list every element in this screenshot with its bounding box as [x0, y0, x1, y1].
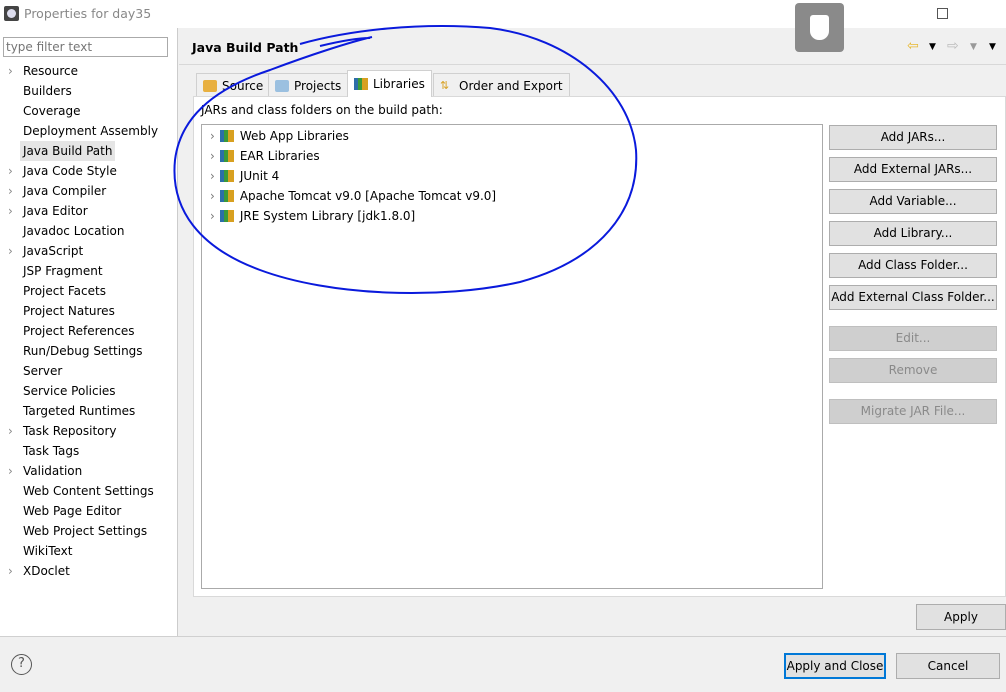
sidebar-item-label: Server [23, 364, 63, 378]
tab-label: Libraries [373, 77, 425, 91]
tab-label: Projects [294, 78, 342, 93]
tab-projects[interactable]: Projects [268, 73, 349, 97]
library-label: JRE System Library [jdk1.8.0] [239, 209, 416, 223]
sidebar-item-label: Deployment Assembly [23, 124, 159, 138]
sidebar-item-label: JavaScript [23, 244, 84, 258]
expand-chevron-icon[interactable]: › [210, 149, 215, 163]
libraries-icon [354, 78, 368, 90]
library-entry[interactable]: › EAR Libraries [210, 146, 320, 166]
library-icon [219, 210, 234, 222]
add-jars-button[interactable]: Add JARs... [829, 125, 997, 150]
add-library-button[interactable]: Add Library... [829, 221, 997, 246]
library-label: Apache Tomcat v9.0 [Apache Tomcat v9.0] [239, 189, 497, 203]
header-divider [179, 64, 1006, 65]
sidebar-item-label: Project References [23, 324, 135, 338]
sidebar-item-label: Javadoc Location [23, 224, 125, 238]
projects-folder-icon [275, 79, 289, 92]
expand-chevron-icon[interactable]: › [210, 169, 215, 183]
library-entry[interactable]: › Web App Libraries [210, 126, 349, 146]
expand-chevron-icon[interactable]: › [8, 561, 13, 581]
expand-chevron-icon[interactable]: › [210, 189, 215, 203]
add-class-folder-button[interactable]: Add Class Folder... [829, 253, 997, 278]
maximize-button[interactable] [937, 8, 948, 19]
library-entry[interactable]: › JUnit 4 [210, 166, 279, 186]
apply-button[interactable]: Apply [916, 604, 1006, 630]
tab-source[interactable]: Source [196, 73, 271, 97]
sidebar-item-label: Task Tags [23, 444, 80, 458]
library-entry[interactable]: › Apache Tomcat v9.0 [Apache Tomcat v9.0] [210, 186, 496, 206]
tab-label: Order and Export [459, 78, 563, 93]
expand-chevron-icon[interactable]: › [210, 129, 215, 143]
expand-chevron-icon[interactable]: › [8, 241, 13, 261]
window-title: Properties for day35 [24, 6, 152, 21]
expand-chevron-icon[interactable]: › [8, 461, 13, 481]
apply-and-close-button[interactable]: Apply and Close [784, 653, 886, 679]
forward-arrow-icon[interactable]: ⇨ [947, 38, 959, 54]
library-icon [219, 130, 234, 142]
library-label: JUnit 4 [239, 169, 280, 183]
sidebar-item-label: Project Facets [23, 284, 106, 298]
sidebar-item-label: Run/Debug Settings [23, 344, 143, 358]
sidebar-item-label: Project Natures [23, 304, 115, 318]
remove-button: Remove [829, 358, 997, 383]
add-external-class-folder-button[interactable]: Add External Class Folder... [829, 285, 997, 310]
sidebar-item-label: Resource [23, 64, 79, 78]
migrate-jar-file-button: Migrate JAR File... [829, 399, 997, 424]
tab-order-and-export[interactable]: ⇅ Order and Export [433, 73, 570, 97]
forward-menu-chevron-icon[interactable]: ▼ [970, 42, 977, 52]
sidebar-item-label: Java Editor [23, 204, 88, 218]
tab-label: Source [222, 78, 264, 93]
sidebar-item-label: JSP Fragment [23, 264, 103, 278]
library-icon [219, 190, 234, 202]
add-external-jars-button[interactable]: Add External JARs... [829, 157, 997, 182]
add-variable-button[interactable]: Add Variable... [829, 189, 997, 214]
sidebar-item-label: Web Content Settings [23, 484, 154, 498]
sidebar-item-label: Task Repository [23, 424, 117, 438]
sidebar-item-label: Service Policies [23, 384, 116, 398]
expand-chevron-icon[interactable]: › [8, 181, 13, 201]
sidebar-item-label: Java Compiler [23, 184, 107, 198]
tab-libraries[interactable]: Libraries [347, 70, 432, 97]
library-list[interactable]: › Web App Libraries › EAR Libraries › JUnit 4… [201, 124, 823, 589]
cancel-button[interactable]: Cancel [896, 653, 1000, 679]
sidebar-item-label: XDoclet [23, 564, 70, 578]
back-arrow-icon[interactable]: ⇦ [907, 38, 919, 54]
back-menu-chevron-icon[interactable]: ▼ [929, 42, 936, 52]
sidebar-item-label: WikiText [23, 544, 73, 558]
sidebar-item-label: Targeted Runtimes [23, 404, 136, 418]
list-label: JARs and class folders on the build path… [201, 103, 443, 117]
library-label: EAR Libraries [239, 149, 320, 163]
library-label: Web App Libraries [239, 129, 349, 143]
edit-button: Edit... [829, 326, 997, 351]
order-arrows-icon: ⇅ [440, 78, 450, 92]
eclipse-icon [4, 6, 19, 21]
sidebar-item-label: Web Page Editor [23, 504, 122, 518]
view-menu-icon[interactable]: ▼ [989, 42, 996, 52]
sidebar: › Resource Builders Coverage Deployment Asse… [0, 28, 178, 636]
sidebar-item-label: Web Project Settings [23, 524, 148, 538]
footer-divider [0, 636, 1006, 637]
sidebar-item-label: Coverage [23, 104, 81, 118]
library-icon [219, 170, 234, 182]
source-folder-icon [203, 79, 217, 92]
filter-input[interactable] [3, 37, 168, 57]
library-icon [219, 150, 234, 162]
sidebar-item-label: Java Build Path [20, 141, 116, 161]
usb-device-icon[interactable] [795, 3, 844, 52]
expand-chevron-icon[interactable]: › [8, 61, 13, 81]
expand-chevron-icon[interactable]: › [210, 209, 215, 223]
expand-chevron-icon[interactable]: › [8, 421, 13, 441]
title-bar: Properties for day35 [0, 0, 1006, 52]
expand-chevron-icon[interactable]: › [8, 161, 13, 181]
expand-chevron-icon[interactable]: › [8, 201, 13, 221]
page-title: Java Build Path [192, 40, 299, 55]
sidebar-item-label: Java Code Style [23, 164, 117, 178]
sidebar-item-label: Builders [23, 84, 72, 98]
sidebar-item-label: Validation [23, 464, 83, 478]
library-entry[interactable]: › JRE System Library [jdk1.8.0] [210, 206, 415, 226]
help-icon[interactable]: ? [11, 654, 32, 675]
